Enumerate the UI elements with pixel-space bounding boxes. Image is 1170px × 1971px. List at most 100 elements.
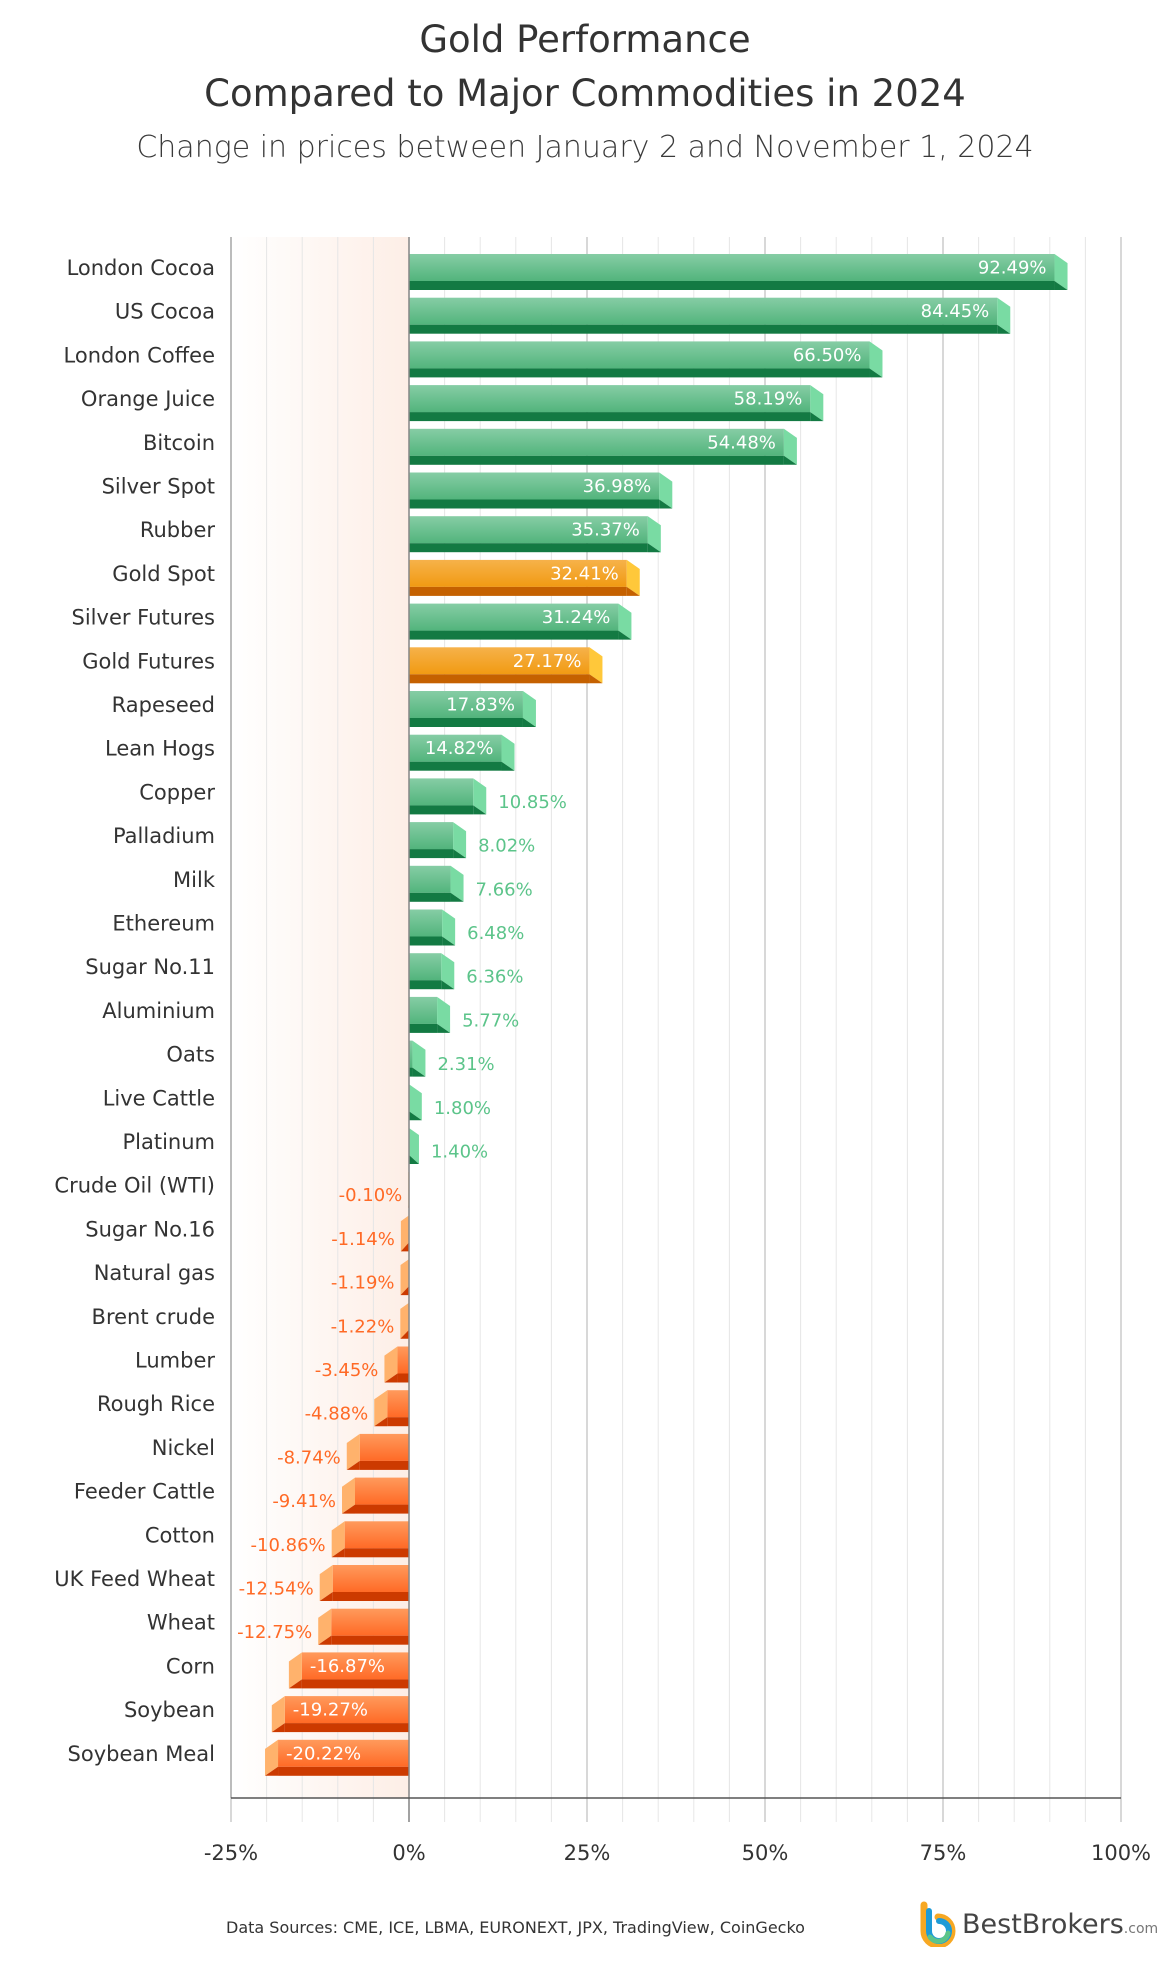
data-label: -1.14% bbox=[331, 1229, 395, 1250]
category-label: Brent crude bbox=[92, 1305, 215, 1329]
category-label: Rubber bbox=[140, 518, 216, 542]
bar-bottom bbox=[397, 1373, 409, 1383]
bar-bottom bbox=[409, 849, 454, 859]
category-label: Corn bbox=[166, 1654, 215, 1678]
data-label: 1.40% bbox=[431, 1142, 488, 1163]
data-label: 27.17% bbox=[513, 651, 582, 672]
data-label: -16.87% bbox=[310, 1656, 385, 1677]
bar-bottom bbox=[284, 1723, 409, 1733]
category-label: US Cocoa bbox=[115, 300, 215, 324]
data-label: 66.50% bbox=[793, 345, 862, 366]
bar: 31.24% bbox=[409, 603, 632, 640]
category-label: Sugar No.11 bbox=[85, 955, 215, 979]
bar: 54.48% bbox=[409, 428, 797, 465]
bar-bottom bbox=[278, 1766, 409, 1776]
data-label: -19.27% bbox=[293, 1700, 368, 1721]
category-label: Live Cattle bbox=[103, 1086, 215, 1110]
data-label: 92.49% bbox=[978, 258, 1047, 279]
bar-bottom bbox=[409, 543, 648, 553]
data-label: -12.54% bbox=[239, 1579, 314, 1600]
x-tick-label: 0% bbox=[392, 1841, 425, 1865]
category-label: London Cocoa bbox=[67, 256, 215, 280]
x-tick-label: 50% bbox=[742, 1841, 789, 1865]
data-label: -1.19% bbox=[331, 1273, 395, 1294]
data-label: -20.22% bbox=[286, 1743, 361, 1764]
bar: -16.87% bbox=[288, 1652, 409, 1689]
category-label: Bitcoin bbox=[143, 431, 215, 455]
bar-bottom bbox=[409, 324, 998, 334]
data-label: -3.45% bbox=[315, 1360, 379, 1381]
x-tick-label: 75% bbox=[920, 1841, 967, 1865]
bar-bottom bbox=[409, 499, 660, 509]
bar-bottom bbox=[409, 674, 590, 684]
bar-bottom bbox=[409, 455, 784, 465]
category-label: Natural gas bbox=[94, 1261, 215, 1285]
category-label: Orange Juice bbox=[81, 387, 215, 411]
bar-bottom bbox=[409, 936, 443, 946]
category-label: Aluminium bbox=[102, 999, 215, 1023]
bar-bottom bbox=[409, 980, 442, 990]
category-label: Silver Spot bbox=[102, 475, 215, 499]
bar: -20.22% bbox=[265, 1739, 409, 1776]
bar-bottom bbox=[409, 892, 451, 902]
bar-bottom bbox=[387, 1417, 409, 1427]
category-label: Soybean Meal bbox=[68, 1742, 215, 1766]
bar-bottom bbox=[301, 1679, 409, 1689]
category-label: Soybean bbox=[124, 1698, 215, 1722]
bar-front bbox=[359, 1433, 409, 1461]
category-label: London Coffee bbox=[64, 343, 215, 367]
bar-front bbox=[409, 953, 442, 981]
bar-bottom bbox=[355, 1504, 409, 1514]
negative-zone bbox=[231, 237, 409, 1798]
data-label: 2.31% bbox=[437, 1054, 494, 1075]
category-label: Nickel bbox=[152, 1436, 215, 1460]
bar: 8.02% bbox=[409, 822, 535, 859]
data-label: 14.82% bbox=[425, 738, 494, 759]
data-sources-note: Data Sources: CME, ICE, LBMA, EURONEXT, … bbox=[226, 1918, 805, 1937]
bar: 66.50% bbox=[409, 341, 883, 378]
bar-bottom bbox=[331, 1635, 409, 1645]
bar-front bbox=[397, 1346, 409, 1374]
bar: 14.82% bbox=[409, 734, 515, 771]
data-label: 32.41% bbox=[550, 563, 619, 584]
category-label: Gold Futures bbox=[82, 649, 215, 673]
bar-front bbox=[409, 822, 454, 850]
category-label: UK Feed Wheat bbox=[54, 1567, 215, 1591]
data-label: -4.88% bbox=[305, 1404, 369, 1425]
bar-bottom bbox=[409, 281, 1055, 290]
bar: 2.31% bbox=[409, 1040, 495, 1077]
bar-front bbox=[344, 1521, 409, 1549]
bar-bottom bbox=[332, 1592, 409, 1601]
category-label: Gold Spot bbox=[112, 562, 215, 586]
bar: 32.41% bbox=[409, 559, 640, 596]
bar-front bbox=[409, 909, 443, 937]
bar: 6.48% bbox=[409, 909, 524, 946]
category-label: Rapeseed bbox=[112, 693, 215, 717]
category-label: Feeder Cattle bbox=[74, 1480, 215, 1504]
logo-text: BestBrokers bbox=[962, 1908, 1124, 1940]
bestbrokers-logo[interactable]: BestBrokers .com bbox=[918, 1900, 1158, 1948]
bar-chart: 92.49% 84.45% 66.50% 58.19% 54.48% 36.98% 35.3… bbox=[54, 237, 1151, 1865]
data-label: 1.80% bbox=[434, 1098, 491, 1119]
data-label: 58.19% bbox=[734, 389, 803, 410]
bar-bottom bbox=[409, 368, 870, 378]
category-label: Silver Futures bbox=[72, 606, 215, 630]
bar: 17.83% bbox=[409, 691, 536, 727]
data-label: 6.36% bbox=[466, 967, 523, 988]
bar-bottom bbox=[409, 718, 523, 727]
category-label: Wheat bbox=[147, 1611, 215, 1635]
bar-front bbox=[409, 865, 451, 893]
x-tick-label: 25% bbox=[564, 1841, 611, 1865]
data-label: 36.98% bbox=[583, 476, 652, 497]
bar-front bbox=[387, 1390, 409, 1418]
bar: 58.19% bbox=[409, 385, 824, 422]
bar: 92.49% bbox=[409, 254, 1068, 290]
bar-bottom bbox=[409, 412, 811, 422]
bar-front bbox=[409, 778, 474, 806]
bar-bottom bbox=[359, 1460, 409, 1470]
category-label: Palladium bbox=[113, 824, 215, 848]
data-label: -0.10% bbox=[339, 1185, 403, 1206]
category-label: Oats bbox=[166, 1043, 215, 1067]
category-label: Lean Hogs bbox=[105, 737, 215, 761]
bar-front bbox=[409, 297, 998, 325]
